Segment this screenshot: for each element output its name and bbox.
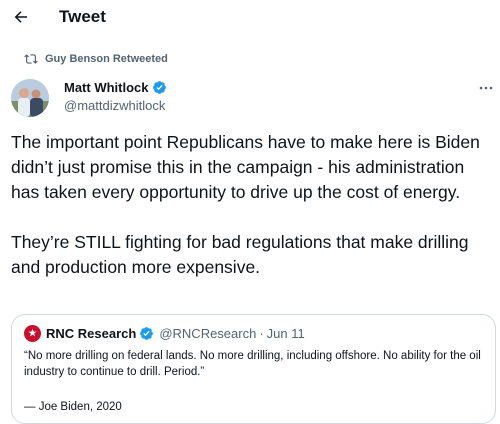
author-name: Matt Whitlock — [64, 80, 149, 95]
verified-badge-icon — [140, 327, 154, 340]
tweet-paragraph: They’re STILL fighting for bad regulatio… — [11, 232, 469, 277]
quoted-tweet-date: Jun 11 — [266, 326, 305, 341]
quoted-author-handle: @RNCResearch — [159, 326, 257, 341]
back-button[interactable] — [9, 5, 33, 29]
quoted-tweet-text: “No more drilling on federal lands. No m… — [24, 350, 481, 378]
retweet-icon — [24, 54, 38, 64]
avatar[interactable] — [11, 79, 49, 117]
page-title: Tweet — [59, 7, 106, 26]
tweet-text: The important point Republicans have to … — [11, 130, 493, 280]
top-bar: Tweet — [0, 0, 500, 34]
verified-badge-icon — [152, 81, 166, 94]
more-horizontal-icon — [479, 86, 493, 90]
quoted-author-name: RNC Research — [46, 326, 137, 341]
more-button[interactable] — [476, 80, 496, 96]
quoted-tweet-header: RNC Research @RNCResearch · Jun 11 — [24, 325, 305, 342]
quoted-tweet-attribution: — Joe Biden, 2020 — [24, 401, 122, 413]
author-handle[interactable]: @mattdizwhitlock — [64, 98, 165, 113]
quoted-tweet-card[interactable]: RNC Research @RNCResearch · Jun 11 “No m… — [11, 314, 496, 424]
quoted-author-avatar — [24, 325, 41, 342]
avatar-photo — [11, 79, 49, 117]
arrow-left-icon — [14, 11, 27, 23]
rnc-logo-icon — [28, 328, 37, 337]
dot-separator: · — [259, 326, 264, 341]
retweet-context-label: Guy Benson Retweeted — [45, 53, 168, 65]
retweet-context[interactable]: Guy Benson Retweeted — [24, 51, 168, 67]
author-name-row[interactable]: Matt Whitlock — [64, 80, 167, 95]
tweet-paragraph: The important point Republicans have to … — [11, 132, 480, 202]
